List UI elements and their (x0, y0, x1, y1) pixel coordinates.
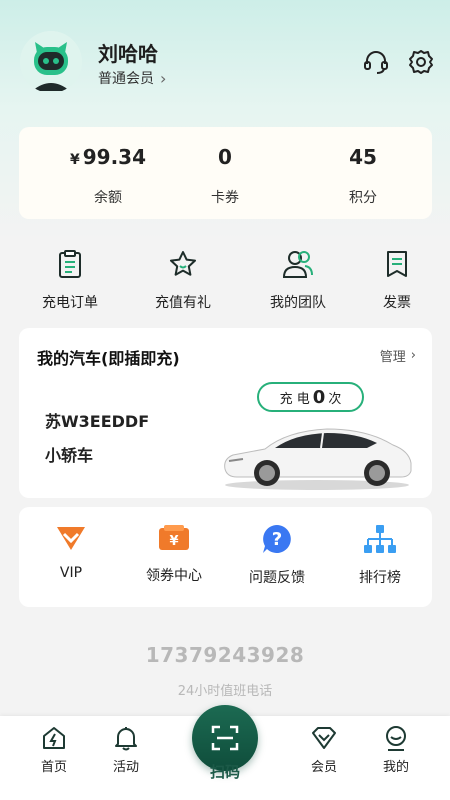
star-icon (170, 251, 196, 276)
chevron-right-icon: › (160, 68, 167, 88)
points-stat[interactable]: 45 积分 (303, 145, 423, 207)
service-ranking[interactable]: 排行榜 (330, 523, 430, 587)
quick-action-label: 我的团队 (270, 295, 326, 311)
vip-icon (57, 527, 85, 550)
tab-label: 会员 (310, 760, 337, 775)
quick-actions: 充电订单 充值有礼 我的团队 发票 (0, 245, 450, 315)
hotline-number[interactable]: 17379243928 (0, 643, 450, 667)
membership-label: 普通会员 (98, 71, 154, 87)
car-section-title: 我的汽车(即插即充) (37, 349, 180, 368)
profile-header: 刘哈哈 普通会员 › (0, 0, 450, 120)
bell-icon (115, 727, 137, 751)
membership-link[interactable]: 普通会员 › (98, 68, 166, 88)
account-summary-card: ¥99.34 余额 0 卡券 45 积分 (19, 127, 432, 219)
car-type: 小轿车 (45, 446, 94, 465)
coupons-stat[interactable]: 0 卡券 (165, 145, 285, 207)
hotline-label: 24小时值班电话 (177, 684, 273, 699)
clipboard-icon (59, 250, 81, 278)
chevron-right-icon: › (410, 348, 416, 363)
svg-text:?: ? (272, 529, 282, 550)
ranking-icon (364, 525, 396, 553)
charge-count: 0 (312, 386, 326, 408)
tab-label: 首页 (40, 760, 67, 775)
team-icon (282, 251, 313, 278)
service-label: 排行榜 (359, 570, 401, 586)
scan-label[interactable]: 扫码 (195, 761, 255, 782)
tab-label: 活动 (112, 760, 139, 775)
service-feedback[interactable]: ? 问题反馈 (227, 523, 327, 587)
feedback-icon: ? (263, 525, 291, 553)
license-plate: 苏W3EEDDF (45, 412, 150, 431)
profile-icon (386, 726, 406, 751)
charge-prefix: 充 电 (279, 391, 310, 407)
coupons-label: 卡券 (211, 190, 239, 206)
quick-action-recharge-gift[interactable]: 充值有礼 (138, 245, 228, 312)
charge-suffix: 次 (328, 391, 342, 407)
charge-count-badge: 充 电 0 次 (257, 382, 364, 412)
svg-text:¥: ¥ (169, 534, 178, 549)
quick-action-charging-orders[interactable]: 充电订单 (25, 245, 115, 312)
service-label: 问题反馈 (249, 570, 305, 586)
points-value: 45 (349, 145, 377, 169)
quick-action-my-team[interactable]: 我的团队 (253, 245, 343, 312)
headset-icon (364, 51, 388, 74)
home-icon (43, 727, 65, 749)
balance-value: 99.34 (82, 145, 146, 169)
my-car-card: 我的汽车(即插即充) 管理 › 充 电 0 次 苏W3EEDDF 小轿车 (19, 328, 432, 498)
gear-icon (409, 50, 433, 74)
tab-label: 我的 (382, 760, 409, 775)
scan-qr-icon (211, 725, 239, 751)
customer-service-button[interactable] (362, 48, 390, 76)
tab-member[interactable]: 会员 (294, 724, 354, 775)
robot-avatar-icon (20, 31, 82, 93)
tab-mine[interactable]: 我的 (366, 724, 426, 775)
balance-stat[interactable]: ¥99.34 余额 (48, 145, 168, 207)
invoice-icon (387, 251, 407, 277)
currency-symbol: ¥ (69, 152, 80, 168)
coupons-value: 0 (218, 145, 232, 169)
settings-button[interactable] (407, 48, 435, 76)
balance-label: 余额 (94, 190, 122, 206)
tab-activity[interactable]: 活动 (96, 724, 156, 775)
services-card: VIP ¥ 领券中心 ? 问题反馈 排行榜 (19, 507, 432, 607)
avatar[interactable] (20, 31, 82, 93)
manage-car-link[interactable]: 管理 › (380, 346, 416, 365)
service-vip[interactable]: VIP (21, 523, 121, 581)
user-name: 刘哈哈 (98, 42, 158, 66)
quick-action-label: 充电订单 (42, 295, 98, 311)
service-label: VIP (59, 565, 83, 581)
manage-label: 管理 (379, 350, 406, 365)
points-label: 积分 (349, 190, 377, 206)
white-suv-image (224, 428, 412, 490)
diamond-icon (312, 727, 336, 749)
service-coupon-center[interactable]: ¥ 领券中心 (124, 523, 224, 585)
coupon-center-icon: ¥ (159, 525, 189, 550)
service-label: 领券中心 (146, 568, 202, 584)
quick-action-label: 发票 (383, 295, 411, 311)
tab-home[interactable]: 首页 (24, 724, 84, 775)
quick-action-label: 充值有礼 (155, 295, 211, 311)
quick-action-invoice[interactable]: 发票 (352, 245, 442, 312)
